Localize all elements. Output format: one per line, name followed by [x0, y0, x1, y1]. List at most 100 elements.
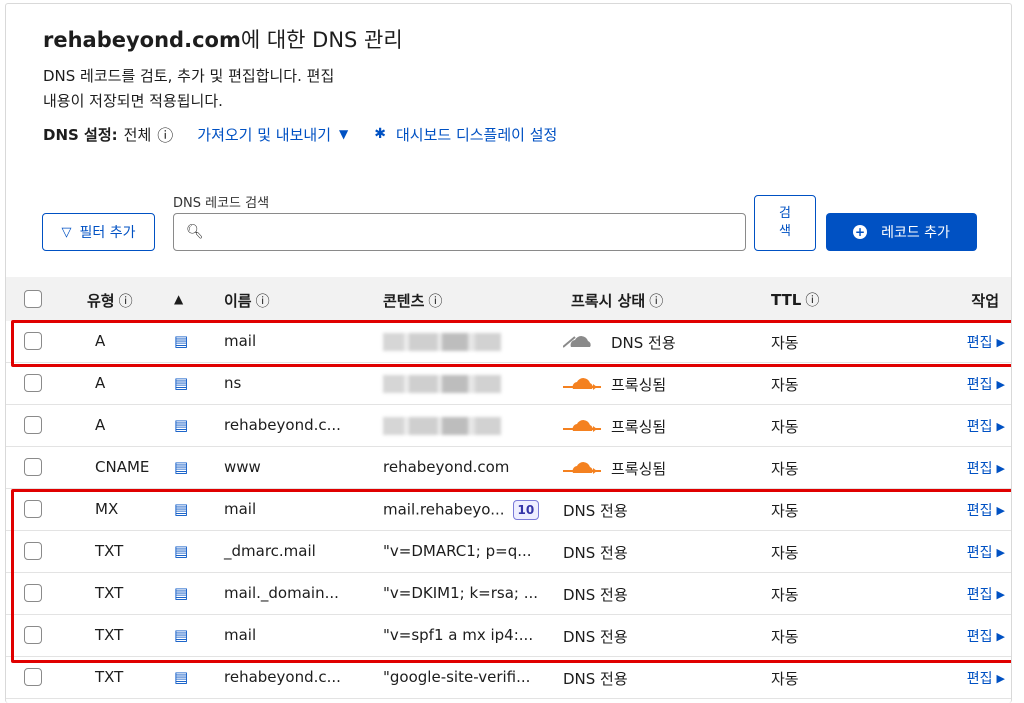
- add-record-button[interactable]: + 레코드 추가: [826, 213, 977, 251]
- edit-link[interactable]: 편집 ▶: [967, 626, 1005, 646]
- record-type: MX: [95, 500, 119, 518]
- edit-link[interactable]: 편집 ▶: [967, 374, 1005, 394]
- comment-icon[interactable]: ▤: [174, 668, 188, 686]
- import-export-label: 가져오기 및 내보내기: [197, 125, 332, 144]
- record-content-redacted: [383, 416, 501, 439]
- row-checkbox[interactable]: [24, 584, 42, 602]
- column-header-content[interactable]: 콘텐츠 ⓘ: [383, 290, 442, 311]
- record-name: ns: [224, 374, 242, 392]
- record-content: "v=spf1 a mx ip4:...: [383, 626, 533, 644]
- record-content: rehabeyond.com: [383, 458, 509, 476]
- proxy-status: DNS 전용: [563, 626, 628, 647]
- edit-link[interactable]: 편집 ▶: [967, 458, 1005, 478]
- caret-down-icon: ▼: [339, 127, 349, 141]
- row-checkbox[interactable]: [24, 458, 42, 476]
- record-type: CNAME: [95, 458, 150, 476]
- row-checkbox[interactable]: [24, 500, 42, 518]
- table-row[interactable]: A ▤ mail DNS 전용 자동 편집 ▶: [6, 321, 1011, 363]
- edit-link[interactable]: 편집 ▶: [967, 500, 1005, 520]
- caret-right-icon: ▶: [996, 587, 1005, 601]
- column-header-actions: 작업: [971, 292, 999, 310]
- caret-right-icon: ▶: [996, 629, 1005, 643]
- proxy-status: 프록싱됨: [563, 374, 666, 395]
- dashboard-display-label: 대시보드 디스플레이 설정: [395, 125, 558, 144]
- comment-icon[interactable]: ▤: [174, 374, 188, 392]
- table-row[interactable]: TXT ▤ mail._domain... "v=DKIM1; k=rsa; ... D…: [6, 573, 1011, 615]
- priority-badge: 10: [512, 500, 540, 520]
- description-line-1: DNS 레코드를 검토, 추가 및 편집합니다. 편집: [43, 67, 335, 85]
- column-header-type[interactable]: 유형 ⓘ: [87, 290, 133, 311]
- orange-cloud-icon: [563, 377, 601, 390]
- search-input[interactable]: [211, 217, 745, 247]
- dashboard-display-settings-link[interactable]: ✱ 대시보드 디스플레이 설정: [374, 124, 557, 145]
- edit-link[interactable]: 편집 ▶: [967, 668, 1005, 688]
- proxy-status-label: DNS 전용: [563, 628, 628, 646]
- edit-link[interactable]: 편집 ▶: [967, 416, 1005, 436]
- record-content-text: rehabeyond.com: [383, 458, 510, 476]
- comment-icon[interactable]: ▤: [174, 584, 188, 602]
- select-all-checkbox[interactable]: [24, 290, 42, 308]
- record-type: TXT: [95, 626, 124, 644]
- proxy-status: 프록싱됨: [563, 458, 666, 479]
- record-type: A: [95, 416, 106, 434]
- record-name: www: [224, 458, 261, 476]
- table-row[interactable]: CNAME ▤ www rehabeyond.com 프록싱됨 자동 편집 ▶: [6, 447, 1011, 489]
- record-type: A: [95, 332, 106, 350]
- info-icon: ⓘ: [649, 294, 664, 310]
- record-content: "v=DMARC1; p=q...: [383, 542, 532, 560]
- row-checkbox[interactable]: [24, 374, 42, 392]
- record-ttl: 자동: [771, 376, 799, 394]
- proxy-status-label: DNS 전용: [563, 544, 628, 562]
- edit-link-label: 편집: [966, 335, 993, 351]
- comment-icon[interactable]: ▤: [174, 626, 188, 644]
- edit-link[interactable]: 편집 ▶: [967, 584, 1005, 604]
- caret-right-icon: ▶: [996, 671, 1005, 685]
- add-filter-button[interactable]: ▽ 필터 추가: [42, 213, 155, 251]
- proxy-status: DNS 전용: [563, 332, 676, 353]
- table-row[interactable]: MX ▤ mail mail.rehabeyo... 10 DNS 전용 자동 편집 ▶: [6, 489, 1011, 531]
- sort-ascending-icon[interactable]: ▲: [174, 292, 183, 306]
- column-header-proxy[interactable]: 프록시 상태 ⓘ: [571, 290, 663, 311]
- row-checkbox[interactable]: [24, 332, 42, 350]
- comment-icon[interactable]: ▤: [174, 458, 188, 476]
- record-content-text: "v=DKIM1; k=rsa; ...: [383, 584, 539, 602]
- comment-icon[interactable]: ▤: [174, 332, 188, 350]
- record-name: mail: [224, 626, 257, 644]
- edit-link[interactable]: 편집 ▶: [967, 332, 1005, 352]
- table-row[interactable]: TXT ▤ rehabeyond.c... "google-site-verifi..…: [6, 657, 1011, 699]
- row-checkbox[interactable]: [24, 668, 42, 686]
- proxy-status-label: DNS 전용: [563, 502, 628, 520]
- record-content: "v=DKIM1; k=rsa; ...: [383, 584, 538, 602]
- proxy-status: DNS 전용: [563, 584, 628, 605]
- row-checkbox[interactable]: [24, 542, 42, 560]
- proxy-status: DNS 전용: [563, 668, 628, 689]
- column-header-name[interactable]: 이름 ⓘ: [224, 290, 270, 311]
- table-row[interactable]: TXT ▤ _dmarc.mail "v=DMARC1; p=q... DNS 전용 자동…: [6, 531, 1011, 573]
- comment-icon[interactable]: ▤: [174, 500, 188, 518]
- record-content-text: mail.rehabeyo...: [383, 500, 505, 519]
- record-ttl: 자동: [771, 334, 799, 352]
- table-row[interactable]: A ▤ rehabeyond.c... 프록싱됨 자동 편집 ▶: [6, 405, 1011, 447]
- column-header-ttl[interactable]: TTL ⓘ: [771, 290, 819, 310]
- search-box[interactable]: 🔍︎: [173, 213, 746, 251]
- row-checkbox[interactable]: [24, 626, 42, 644]
- info-icon[interactable]: ⓘ: [157, 122, 173, 146]
- record-ttl: 자동: [771, 418, 799, 436]
- record-ttl: 자동: [771, 586, 799, 604]
- edit-link[interactable]: 편집 ▶: [967, 542, 1005, 562]
- record-type: TXT: [95, 542, 124, 560]
- table-row[interactable]: TXT ▤ mail "v=spf1 a mx ip4:... DNS 전용 자동 편집 ▶: [6, 615, 1011, 657]
- column-header-name-label: 이름: [224, 292, 252, 310]
- comment-icon[interactable]: ▤: [174, 416, 188, 434]
- comment-icon[interactable]: ▤: [174, 542, 188, 560]
- record-content-text: "v=DMARC1; p=q...: [383, 542, 532, 560]
- row-checkbox[interactable]: [24, 416, 42, 434]
- domain-name: rehabeyond.com: [43, 28, 241, 52]
- table-row[interactable]: A ▤ ns 프록싱됨 자동 편집 ▶: [6, 363, 1011, 405]
- edit-link-label: 편집: [966, 461, 993, 477]
- caret-right-icon: ▶: [996, 461, 1005, 475]
- import-export-dropdown[interactable]: 가져오기 및 내보내기 ▼: [197, 124, 348, 145]
- record-ttl: 자동: [771, 670, 799, 688]
- record-name: mail: [224, 332, 257, 350]
- search-button[interactable]: 검 색: [754, 195, 816, 251]
